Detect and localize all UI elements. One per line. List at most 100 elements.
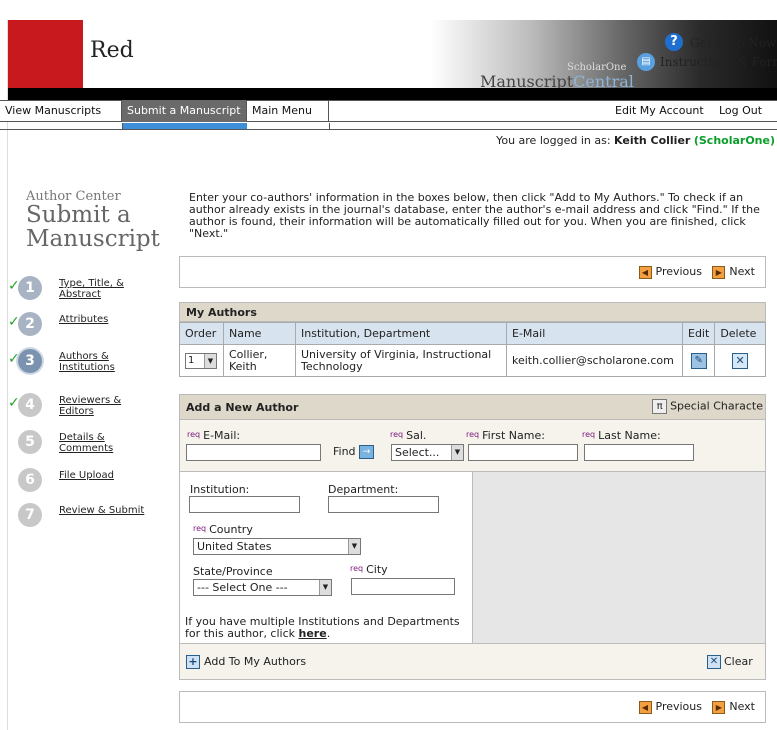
login-org: (ScholarOne) [693,134,775,147]
country-select[interactable]: United States ▼ [193,538,361,555]
login-user: Keith Collier [614,134,691,147]
arrow-right-icon: ▶ [712,265,726,279]
get-help-link[interactable]: Get Help Now [690,36,776,50]
journal-name: Red [90,38,134,63]
email-label: req E-Mail: [187,429,240,442]
page-title: Submit a Manuscript [26,202,160,252]
salutation-select[interactable]: Select... ▼ [391,444,464,461]
document-icon[interactable]: ▤ [637,53,655,71]
step-link-file-upload[interactable]: File Upload [59,470,114,481]
state-select[interactable]: --- Select One --- ▼ [193,579,332,596]
pager-bottom: ◀ Previous ▶ Next [179,691,766,723]
nav-submit-manuscript[interactable]: Submit a Manuscript [122,100,247,122]
chevron-down-icon: ▼ [204,353,216,368]
step-number-2: 2 [18,312,42,336]
country-label: req Country [193,523,253,536]
header-divider [8,88,777,100]
step-link-review-submit[interactable]: Review & Submit [59,505,169,516]
req-marker: req [582,430,596,439]
col-email: E-Mail [506,322,683,345]
previous-label: Previous [655,700,703,713]
step-number-5: 5 [18,430,42,454]
delete-icon[interactable]: ✕ [732,352,749,369]
chevron-down-icon: ▼ [348,539,360,554]
step-link-authors-institutions[interactable]: Authors & Institutions [59,351,134,373]
chevron-down-icon: ▼ [451,445,463,460]
step-number-4: 4 [18,393,42,417]
salutation-label: req Sal. [390,429,426,442]
email-field[interactable] [186,444,321,461]
next-button[interactable]: ▶ Next [712,700,755,714]
help-icon[interactable]: ? [665,33,683,51]
institution-field[interactable] [189,496,300,513]
step-number-7: 7 [18,503,42,527]
req-marker: req [193,524,207,533]
add-to-my-authors-button[interactable]: + Add To My Authors [186,655,306,669]
arrow-right-icon: → [359,445,375,459]
multiple-institutions-note: If you have multiple Institutions and De… [185,615,460,640]
previous-button[interactable]: ◀ Previous [638,265,703,279]
special-characters-label: Special Characte [670,399,763,413]
special-characters-button[interactable]: π Special Characte [652,399,763,414]
city-label-text: City [366,563,388,576]
col-name: Name [223,322,296,345]
nav-edit-account[interactable]: Edit My Account [610,100,709,122]
first-name-field[interactable] [468,444,578,461]
col-delete: Delete [714,322,766,345]
instructions-link[interactable]: Instructions & Forms [660,55,777,69]
req-marker: req [466,430,480,439]
blank-panel [473,472,766,644]
journal-color-block [8,20,83,88]
intro-text: Enter your co-authors' information in th… [189,191,760,240]
nav-underline [0,123,777,130]
order-value: 1 [188,354,195,366]
step-link-details-comments[interactable]: Details & Comments [59,432,129,454]
clear-button-label: Clear [724,655,753,668]
state-value: --- Select One --- [197,581,288,594]
next-button[interactable]: ▶ Next [712,265,755,279]
first-name-label: req First Name: [466,429,545,442]
chevron-down-icon: ▼ [319,580,331,595]
institution-label: Institution: [190,483,250,496]
nav-main-menu[interactable]: Main Menu [247,100,329,122]
city-field[interactable] [351,578,455,595]
col-institution: Institution, Department [295,322,507,345]
edit-icon[interactable]: ✎ [690,352,707,369]
find-button[interactable]: Find → [333,445,375,459]
last-name-field[interactable] [584,444,694,461]
step-link-type-title-abstract[interactable]: Type, Title, & Abstract [59,278,149,300]
step-number-1: 1 [18,276,42,300]
my-authors-heading: My Authors [179,302,766,322]
next-label: Next [729,700,755,713]
previous-button[interactable]: ◀ Previous [638,700,703,714]
pi-icon: π [652,399,668,414]
department-field[interactable] [328,496,439,513]
pager-top: ◀ Previous ▶ Next [179,256,766,288]
req-marker: req [350,564,364,573]
login-prefix: You are logged in as: [496,134,615,147]
find-label: Find [333,445,356,458]
last-name-label: req Last Name: [582,429,661,442]
clear-button[interactable]: ✕ Clear [707,655,753,669]
first-name-label-text: First Name: [482,429,545,442]
email-label-text: E-Mail: [203,429,241,442]
table-row: 1 ▼ Collier, Keith University of Virginia… [179,344,766,377]
add-button-label: Add To My Authors [204,655,307,668]
nav-active-indicator [123,123,247,129]
edit-cell: ✎ [681,344,716,377]
step-link-reviewers-editors[interactable]: Reviewers & Editors [59,395,134,417]
country-label-text: Country [209,523,253,536]
previous-label: Previous [655,265,703,278]
delete-cell: ✕ [714,344,766,377]
step-link-attributes[interactable]: Attributes [59,314,108,325]
arrow-left-icon: ◀ [638,700,652,714]
order-select[interactable]: 1 ▼ [185,352,217,369]
login-status: You are logged in as: Keith Collier (Sch… [496,134,775,147]
author-name: Collier, Keith [223,344,296,377]
salutation-value: Select... [395,446,440,459]
salutation-label-text: Sal. [406,429,427,442]
state-label: State/Province [193,565,273,578]
nav-view-manuscripts[interactable]: View Manuscripts [0,100,122,122]
multi-institutions-link[interactable]: here [299,627,327,640]
nav-logout[interactable]: Log Out [714,100,767,122]
